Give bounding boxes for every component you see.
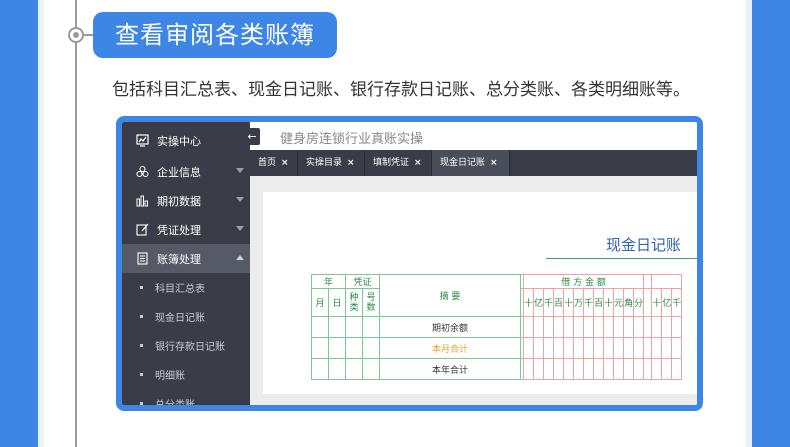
header-debit: 借 方 金 额 xyxy=(522,274,645,289)
tab-label: 实操目录 xyxy=(306,158,343,168)
content-area: 现金日记账 年 凭证 摘 要 借 方 金 额 月 日 种类 号数 十 亿 千 百… xyxy=(250,176,697,405)
chevron-down-icon xyxy=(236,226,244,231)
sidebar-subitem-detail-ledger[interactable]: 明细账 xyxy=(122,360,250,389)
app-screenshot: 实操中心 企业信息 期初数据 凭证处理 账簿处理 科目汇总表 现金日记账 银行存… xyxy=(116,116,703,411)
left-blue-frame xyxy=(0,0,38,447)
sidebar-subitem-general-ledger[interactable]: 总分类账 xyxy=(122,389,250,411)
sidebar-subitem-bank-journal[interactable]: 银行存款日记账 xyxy=(122,331,250,360)
bullet-icon xyxy=(140,344,143,347)
header-credit-partial xyxy=(651,274,683,289)
chevron-down-icon xyxy=(236,168,244,173)
digit-header: 分 xyxy=(633,288,645,317)
sidebar-subitem-label: 明细账 xyxy=(155,371,185,382)
sidebar-item-label: 期初数据 xyxy=(157,194,201,208)
sidebar-item-practice-center[interactable]: 实操中心 xyxy=(122,126,250,155)
chevron-up-icon xyxy=(236,255,244,260)
header-year: 年 xyxy=(311,274,346,289)
ledger-title: 现金日记账 xyxy=(606,236,682,254)
back-arrow-icon[interactable]: ← xyxy=(244,128,260,145)
digit-header: 十 xyxy=(522,288,535,317)
header-summary: 摘 要 xyxy=(379,274,521,317)
digit-header: 元 xyxy=(613,288,625,317)
sidebar-subitem-label: 科目汇总表 xyxy=(155,284,205,295)
close-icon[interactable]: × xyxy=(281,158,289,168)
tab-practice-catalog[interactable]: 实操目录 × xyxy=(298,150,365,176)
left-frame-shade xyxy=(38,0,44,447)
sidebar-subitem-label: 现金日记账 xyxy=(155,313,205,324)
digit-header: 亿 xyxy=(533,288,545,317)
right-blue-frame xyxy=(752,0,790,447)
chevron-down-icon xyxy=(236,197,244,202)
right-frame-shade xyxy=(746,0,752,447)
table-row-label: 本月合计 xyxy=(379,337,521,359)
digit-header: 千 xyxy=(671,288,683,317)
header-kind: 种类 xyxy=(345,288,363,317)
sidebar-subitem-label: 银行存款日记账 xyxy=(155,342,225,353)
tab-label: 现金日记账 xyxy=(440,158,486,168)
timeline-line xyxy=(75,0,77,447)
sidebar-item-ledger[interactable]: 账簿处理 xyxy=(122,244,250,273)
digit-header: 亿 xyxy=(661,288,673,317)
bullet-icon xyxy=(140,373,143,376)
edit-icon xyxy=(136,223,149,236)
close-icon[interactable]: × xyxy=(414,158,422,168)
spacer-cell xyxy=(643,288,653,317)
top-bar: ← 健身房连锁行业真账实操 xyxy=(244,122,697,150)
digit-header: 千 xyxy=(543,288,555,317)
bullet-icon xyxy=(140,286,143,289)
sidebar-item-label: 账簿处理 xyxy=(157,252,201,266)
table-row-label: 本年合计 xyxy=(379,358,521,380)
close-icon[interactable]: × xyxy=(347,158,355,168)
sidebar-item-label: 凭证处理 xyxy=(157,223,201,237)
chart-board-icon xyxy=(136,134,149,147)
bullet-icon xyxy=(140,315,143,318)
sidebar: 实操中心 企业信息 期初数据 凭证处理 账簿处理 科目汇总表 现金日记账 银行存… xyxy=(122,122,250,405)
tab-home[interactable]: 首页 × xyxy=(250,150,298,176)
app-title: 健身房连锁行业真账实操 xyxy=(280,132,424,147)
sidebar-subitem-cash-journal[interactable]: 现金日记账 xyxy=(122,302,250,331)
sidebar-item-label: 企业信息 xyxy=(157,165,201,179)
book-icon xyxy=(136,252,149,265)
digit-header: 十 xyxy=(603,288,615,317)
spacer-cell xyxy=(643,274,653,289)
tab-bar: 首页 × 实操目录 × 填制凭证 × 现金日记账 × xyxy=(250,150,697,176)
header-day: 日 xyxy=(328,288,346,317)
table-row-label: 期初余额 xyxy=(379,316,521,338)
header-month: 月 xyxy=(311,288,329,317)
digit-header: 万 xyxy=(573,288,585,317)
tab-cash-journal[interactable]: 现金日记账 × xyxy=(432,150,510,176)
sidebar-subitem-subject-summary[interactable]: 科目汇总表 xyxy=(122,273,250,302)
header-number: 号数 xyxy=(362,288,380,317)
sidebar-subitem-label: 总分类账 xyxy=(155,400,195,411)
ledger-table: 年 凭证 摘 要 借 方 金 额 月 日 种类 号数 十 亿 千 百 十 万 千… xyxy=(311,274,683,380)
bullet-icon xyxy=(140,402,143,405)
tab-fill-voucher[interactable]: 填制凭证 × xyxy=(365,150,432,176)
timeline-dot-icon xyxy=(68,27,84,43)
close-icon[interactable]: × xyxy=(490,158,498,168)
sidebar-item-company-info[interactable]: 企业信息 xyxy=(122,157,250,186)
tab-label: 首页 xyxy=(258,158,277,168)
digit-header: 千 xyxy=(583,288,595,317)
ledger-paper: 现金日记账 年 凭证 摘 要 借 方 金 额 月 日 种类 号数 十 亿 千 百… xyxy=(263,192,697,394)
header-voucher: 凭证 xyxy=(345,274,380,289)
section-heading: 查看审阅各类账簿 xyxy=(93,12,337,58)
org-icon xyxy=(136,165,149,178)
digit-header: 十 xyxy=(563,288,575,317)
tab-label: 填制凭证 xyxy=(373,158,410,168)
digit-header: 百 xyxy=(553,288,565,317)
sidebar-item-label: 实操中心 xyxy=(157,134,201,148)
title-underline xyxy=(546,258,697,259)
bar-chart-icon xyxy=(136,194,149,207)
digit-header: 百 xyxy=(593,288,605,317)
sidebar-item-voucher[interactable]: 凭证处理 xyxy=(122,215,250,244)
section-description: 包括科目汇总表、现金日记账、银行存款日记账、总分类账、各类明细账等。 xyxy=(112,80,690,100)
digit-header: 角 xyxy=(623,288,635,317)
sidebar-item-opening-data[interactable]: 期初数据 xyxy=(122,186,250,215)
digit-header: 十 xyxy=(651,288,663,317)
